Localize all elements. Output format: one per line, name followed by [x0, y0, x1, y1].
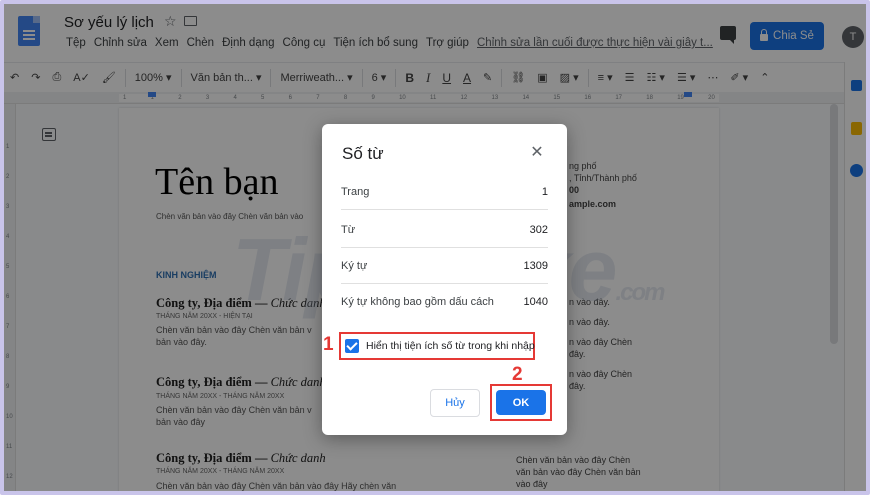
stat-label: Ký tự không bao gồm dấu cách: [341, 296, 494, 308]
stat-label: Từ: [341, 223, 356, 236]
dialog-title: Số từ: [342, 144, 384, 163]
cancel-button[interactable]: Hủy: [430, 389, 480, 417]
show-word-count-checkbox[interactable]: [345, 339, 359, 353]
stat-row-characters-no-spaces: Ký tự không bao gồm dấu cách 1040: [341, 284, 548, 320]
show-word-count-option[interactable]: Hiển thị tiện ích số từ trong khi nhập: [339, 332, 535, 360]
stat-value: 1309: [523, 259, 548, 272]
ok-highlight: OK: [490, 384, 552, 421]
stat-label: Trang: [341, 185, 370, 198]
stat-value: 1: [541, 185, 548, 198]
checkbox-label: Hiển thị tiện ích số từ trong khi nhập: [366, 340, 535, 352]
stat-value: 1040: [523, 296, 548, 308]
stat-row-pages: Trang 1: [341, 174, 548, 210]
stat-value: 302: [529, 223, 548, 236]
step-marker-2: 2: [512, 364, 523, 385]
ok-button[interactable]: OK: [496, 390, 546, 415]
stat-row-words: Từ 302: [341, 212, 548, 248]
step-marker-1: 1: [323, 334, 334, 355]
close-icon[interactable]: ✕: [528, 144, 546, 162]
stat-label: Ký tự: [341, 259, 368, 272]
stat-row-characters: Ký tự 1309: [341, 248, 548, 284]
word-count-dialog: Số từ ✕ Trang 1 Từ 302 Ký tự 1309 Ký tự …: [322, 124, 567, 435]
